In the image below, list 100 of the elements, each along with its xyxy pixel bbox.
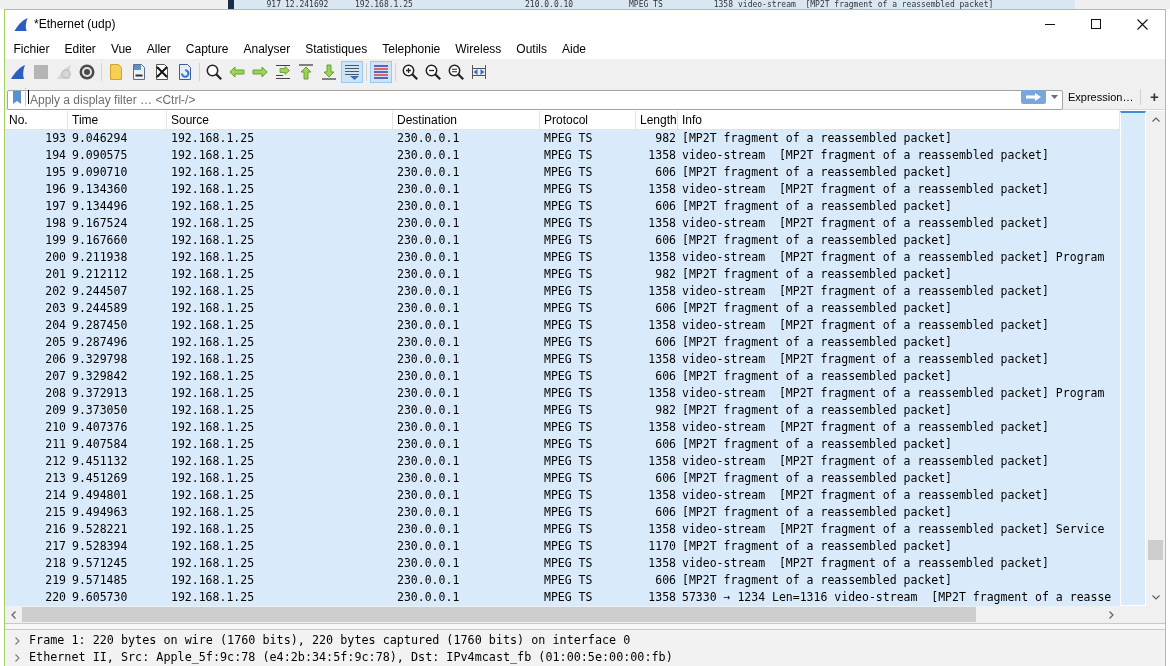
target-icon [79,64,95,80]
protocol-name: MPEG TS [544,556,593,570]
menu-item[interactable]: Fichier [6,39,57,58]
zoom-reset-icon [448,64,464,80]
save-icon [131,64,147,80]
chevron-down-icon [1151,595,1160,600]
menu-item[interactable]: Aide [554,39,594,58]
display-filter-field[interactable]: Apply a display filter … <Ctrl-/> [7,90,1063,110]
colorize-button[interactable] [370,61,392,83]
bookmark-icon [12,90,21,104]
menu-item[interactable]: Editer [57,39,104,58]
packet-number: 217 [45,539,66,553]
packet-row[interactable]: 218 9.571245 192.168.1.25 230.0.0.1 MPEG TS 1358 video-stream [MP2T fragment of a reassembled packet] [5,555,1120,572]
packet-number: 200 [45,250,66,264]
packet-time: 9.090575 [72,148,128,162]
source-address: 192.168.1.25 [171,148,255,162]
auto-scroll-button[interactable] [341,61,363,83]
column-header[interactable]: Destination [393,111,540,129]
packet-number: 208 [45,386,66,400]
source-address: 192.168.1.25 [171,165,255,179]
packet-length: 1358 [648,522,676,536]
apply-filter-button[interactable] [1021,90,1046,104]
packet-length: 1170 [648,539,676,553]
packet-number: 201 [45,267,66,281]
column-header[interactable]: Source [167,111,393,129]
chevron-right-icon [1109,610,1114,619]
packet-info: video-stream [MP2T fragment of a reassembled packet] [682,556,1049,570]
packet-row[interactable]: 200 9.211938 192.168.1.25 230.0.0.1 MPEG TS 1358 video-stream [MP2T fragment of a reassembled packet] Program [5,249,1120,266]
packet-row[interactable]: 204 9.287450 192.168.1.25 230.0.0.1 MPEG TS 1358 video-stream [MP2T fragment of a reassembled packet] [5,317,1120,334]
destination-address: 230.0.0.1 [397,318,460,332]
packet-time: 9.167660 [72,233,128,247]
packet-row[interactable]: 210 9.407376 192.168.1.25 230.0.0.1 MPEG TS 1358 video-stream [MP2T fragment of a reassembled packet] [5,419,1120,436]
packet-row[interactable]: 212 9.451132 192.168.1.25 230.0.0.1 MPEG TS 1358 video-stream [MP2T fragment of a reassembled packet] [5,453,1120,470]
packet-row[interactable]: 216 9.528221 192.168.1.25 230.0.0.1 MPEG TS 1358 video-stream [MP2T fragment of a reassembled packet] Service [5,521,1120,538]
source-address: 192.168.1.25 [171,250,255,264]
packet-row[interactable]: 206 9.329798 192.168.1.25 230.0.0.1 MPEG TS 1358 video-stream [MP2T fragment of a reassembled packet] [5,351,1120,368]
packet-info: video-stream [MP2T fragment of a reassembled packet] [682,488,1049,502]
packet-row[interactable]: 195 9.090710 192.168.1.25 230.0.0.1 MPEG TS 606 [MP2T fragment of a reassembled packet] [5,164,1120,181]
packet-info: [MP2T fragment of a reassembled packet] [682,165,953,179]
packet-row[interactable]: 199 9.167660 192.168.1.25 230.0.0.1 MPEG TS 606 [MP2T fragment of a reassembled packet] [5,232,1120,249]
expression-button[interactable]: Expression… [1065,87,1137,107]
destination-address: 230.0.0.1 [397,199,460,213]
destination-address: 230.0.0.1 [397,165,460,179]
column-header[interactable]: Time [68,111,167,129]
scroll-thumb[interactable] [22,607,976,622]
menu-item[interactable]: Vue [103,39,140,58]
menu-item[interactable]: Wireless [447,39,509,58]
packet-info: [MP2T fragment of a reassembled packet] [682,471,953,485]
vertical-scrollbar[interactable] [1146,111,1165,606]
menu-item[interactable]: Telephonie [374,39,448,58]
column-header[interactable]: Protocol [540,111,636,129]
packet-row[interactable]: 214 9.494801 192.168.1.25 230.0.0.1 MPEG TS 1358 video-stream [MP2T fragment of a reassembled packet] [5,487,1120,504]
packet-number: 214 [45,488,66,502]
packet-row[interactable]: 202 9.244507 192.168.1.25 230.0.0.1 MPEG TS 1358 video-stream [MP2T fragment of a reassembled packet] [5,283,1120,300]
scroll-thumb[interactable] [1148,540,1163,560]
packet-row[interactable]: 196 9.134360 192.168.1.25 230.0.0.1 MPEG TS 1358 video-stream [MP2T fragment of a reassembled packet] [5,181,1120,198]
packet-row[interactable]: 208 9.372913 192.168.1.25 230.0.0.1 MPEG TS 1358 video-stream [MP2T fragment of a reassembled packet] Program [5,385,1120,402]
column-header[interactable]: Length [636,111,678,129]
source-address: 192.168.1.25 [171,454,255,468]
packet-length: 1358 [648,590,676,604]
packet-row[interactable]: 209 9.373050 192.168.1.25 230.0.0.1 MPEG TS 982 [MP2T fragment of a reassembled packet] [5,402,1120,419]
packet-row[interactable]: 207 9.329842 192.168.1.25 230.0.0.1 MPEG TS 606 [MP2T fragment of a reassembled packet] [5,368,1120,385]
packet-row[interactable]: 197 9.134496 192.168.1.25 230.0.0.1 MPEG TS 606 [MP2T fragment of a reassembled packet] [5,198,1120,215]
minimize-icon [1045,23,1055,25]
zoom-in-icon [402,64,418,80]
packet-row[interactable]: 201 9.212112 192.168.1.25 230.0.0.1 MPEG TS 982 [MP2T fragment of a reassembled packet] [5,266,1120,283]
menu-item[interactable]: Capture [178,39,236,58]
menu-item[interactable]: Analyser [236,39,298,58]
protocol-name: MPEG TS [544,471,593,485]
packet-time: 9.212112 [72,267,128,281]
destination-address: 230.0.0.1 [397,352,460,366]
packet-number: 210 [45,420,66,434]
packet-row[interactable]: 193 9.046294 192.168.1.25 230.0.0.1 MPEG TS 982 [MP2T fragment of a reassembled packet] [5,130,1120,147]
packet-length: 606 [655,573,676,587]
packet-row[interactable]: 205 9.287496 192.168.1.25 230.0.0.1 MPEG TS 606 [MP2T fragment of a reassembled packet] [5,334,1120,351]
add-filter-button[interactable]: + [1146,88,1163,106]
packet-row[interactable]: 198 9.167524 192.168.1.25 230.0.0.1 MPEG TS 1358 video-stream [MP2T fragment of a reassembled packet] [5,215,1120,232]
packet-row[interactable]: 203 9.244589 192.168.1.25 230.0.0.1 MPEG TS 606 [MP2T fragment of a reassembled packet] [5,300,1120,317]
column-header[interactable]: No. [5,111,68,129]
arrow-right-icon [1026,93,1041,101]
protocol-name: MPEG TS [544,318,593,332]
detail-line[interactable]: Ethernet II, Src: Apple_5f:9c:78 (e4:2b:34:5f:9c:78), Dst: IPv4mcast_fb (01:00:5e:00:00:fb) [29,649,673,666]
source-address: 192.168.1.25 [171,522,255,536]
menu-item[interactable]: Outils [508,39,555,58]
packet-row[interactable]: 213 9.451269 192.168.1.25 230.0.0.1 MPEG TS 606 [MP2T fragment of a reassembled packet] [5,470,1120,487]
packet-info: [MP2T fragment of a reassembled packet] [682,539,953,553]
packet-row[interactable]: 217 9.528394 192.168.1.25 230.0.0.1 MPEG TS 1170 [MP2T fragment of a reassembled packet] [5,538,1120,555]
packet-time: 9.167524 [72,216,128,230]
menu-item[interactable]: Aller [139,39,179,58]
protocol-name: MPEG TS [544,522,593,536]
packet-time: 9.090710 [72,165,128,179]
menu-item[interactable]: Statistiques [297,39,375,58]
packet-row[interactable]: 211 9.407584 192.168.1.25 230.0.0.1 MPEG TS 606 [MP2T fragment of a reassembled packet] [5,436,1120,453]
horizontal-scrollbar[interactable] [5,606,1120,623]
packet-row[interactable]: 219 9.571485 192.168.1.25 230.0.0.1 MPEG TS 606 [MP2T fragment of a reassembled packet] [5,572,1120,589]
detail-line[interactable]: Frame 1: 220 bytes on wire (1760 bits), 220 bytes captured (1760 bits) on interface 0 [29,632,631,649]
packet-info: [MP2T fragment of a reassembled packet] [682,267,953,281]
packet-row[interactable]: 194 9.090575 192.168.1.25 230.0.0.1 MPEG TS 1358 video-stream [MP2T fragment of a reassembled packet] [5,147,1120,164]
packet-row[interactable]: 215 9.494963 192.168.1.25 230.0.0.1 MPEG TS 606 [MP2T fragment of a reassembled packet] [5,504,1120,521]
packet-row[interactable]: 220 9.605730 192.168.1.25 230.0.0.1 MPEG TS 1358 57330 → 1234 Len=1316 video-stream [MP2T fragment of a reasse [5,589,1120,606]
